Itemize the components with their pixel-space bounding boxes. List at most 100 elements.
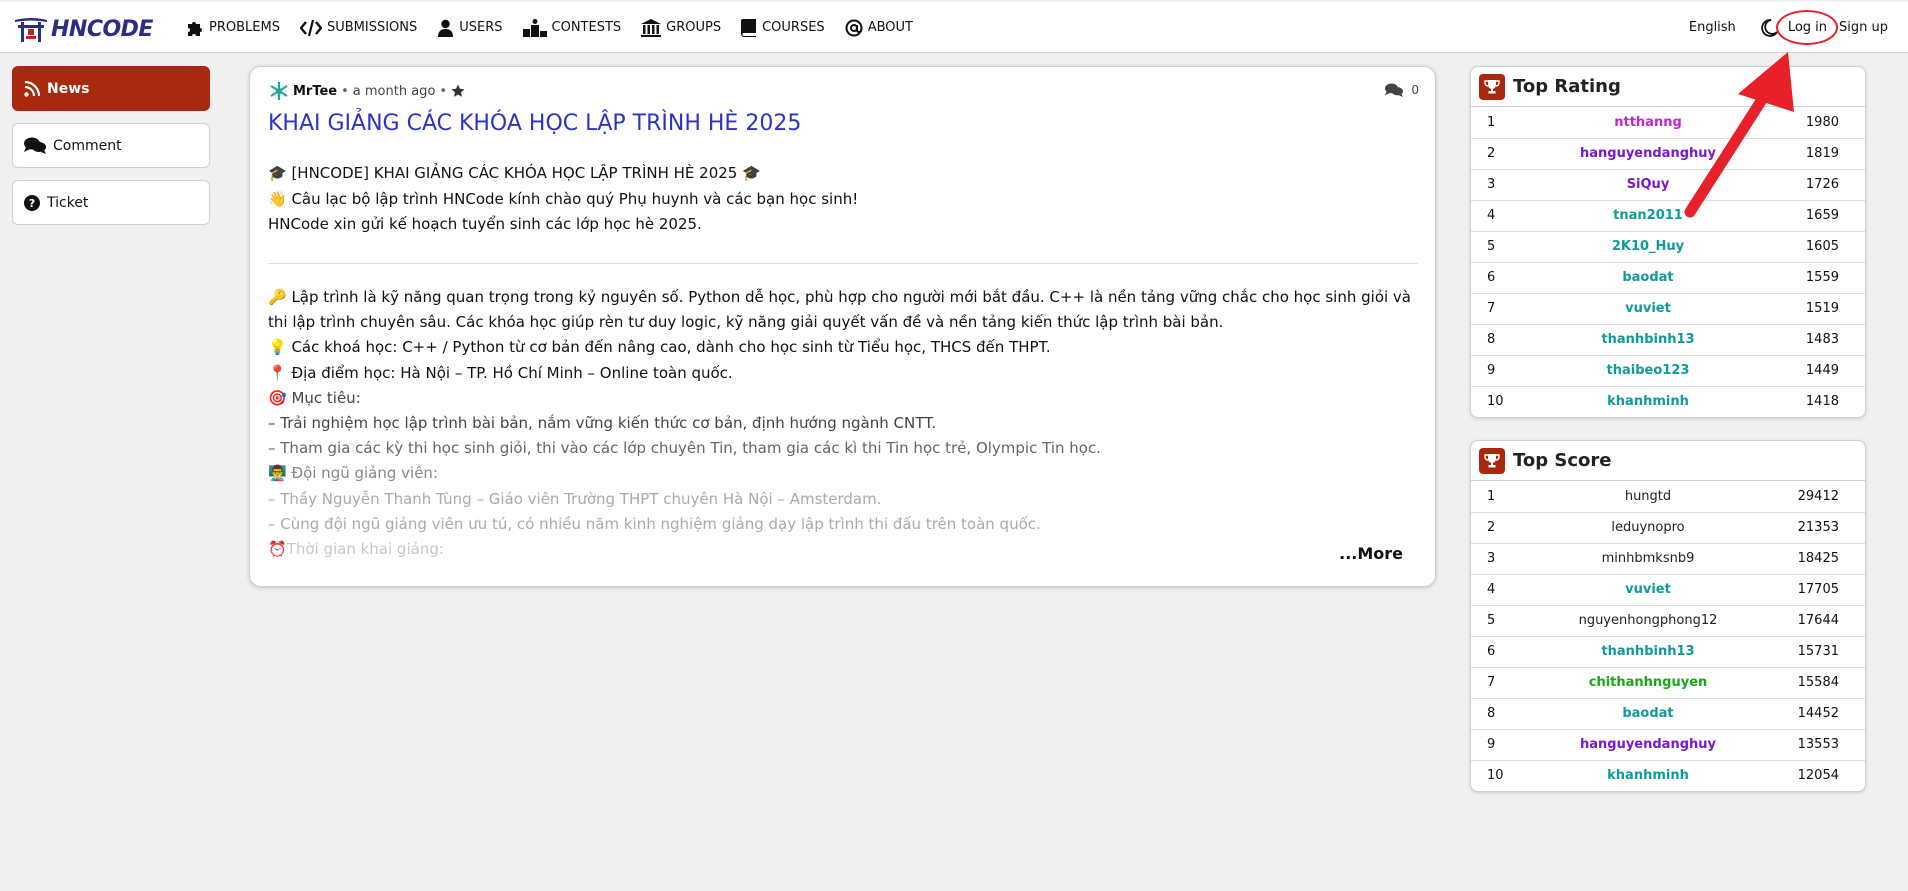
- question-circle-icon: ?: [24, 194, 40, 211]
- username-link[interactable]: vuviet: [1511, 293, 1785, 325]
- sidebar-item-news[interactable]: News: [12, 66, 210, 111]
- detail-line: 📍 Địa điểm học: Hà Nội – TP. Hồ Chí Minh…: [268, 363, 733, 382]
- at-icon: [845, 19, 863, 36]
- username-link[interactable]: SiQuy: [1511, 169, 1785, 201]
- panel-header: Top Rating: [1471, 67, 1865, 107]
- nav-submissions[interactable]: SUBMISSIONS: [299, 19, 417, 37]
- rss-icon: [24, 80, 40, 97]
- user-icon: [438, 19, 454, 37]
- brand-name: HNCODE: [51, 16, 153, 42]
- username-link[interactable]: khanhminh: [1511, 386, 1785, 417]
- username-link[interactable]: hanguyendanghuy: [1511, 138, 1785, 170]
- header-right: English Log in Sign up: [1689, 2, 1908, 53]
- comment-count-value: 0: [1411, 83, 1419, 97]
- value-cell: 15731: [1785, 636, 1865, 668]
- post-details: 🔑 Lập trình là kỹ năng quan trọng trong …: [268, 285, 1418, 562]
- detail-line: 🔑 Lập trình là kỹ năng quan trọng trong …: [268, 288, 1411, 332]
- intro-line: HNCode xin gửi kế hoạch tuyển sinh các l…: [268, 215, 702, 233]
- nav-groups[interactable]: GROUPS: [641, 18, 721, 37]
- sidebar-item-comment[interactable]: Comment: [12, 123, 210, 168]
- username-link[interactable]: khanhminh: [1511, 760, 1785, 791]
- meta-separator: •: [341, 83, 349, 99]
- value-cell: 1605: [1785, 231, 1865, 263]
- username-link[interactable]: vuviet: [1511, 574, 1785, 606]
- nav-label: ABOUT: [867, 20, 913, 35]
- sidebar-item-label: News: [47, 80, 90, 97]
- meta-separator: •: [439, 83, 448, 99]
- language-selector[interactable]: English: [1689, 20, 1736, 35]
- detail-line: – Tham gia các kỳ thi học sinh giỏi, thi…: [268, 439, 1101, 458]
- rank-cell: 7: [1471, 667, 1511, 699]
- table-row: 8 thanhbinh13 1483: [1471, 324, 1865, 356]
- detail-line: 💡 Các khoá học: C++ / Python từ cơ bản đ…: [268, 338, 1051, 357]
- nav-about[interactable]: ABOUT: [845, 19, 913, 37]
- table-row: 6 thanhbinh13 15731: [1471, 636, 1865, 668]
- username-link[interactable]: ntthanng: [1511, 107, 1785, 139]
- value-cell: 17705: [1785, 574, 1865, 606]
- rank-cell: 2: [1471, 512, 1511, 544]
- post-title[interactable]: KHAI GIẢNG CÁC KHÓA HỌC LẬP TRÌNH HÈ 202…: [268, 111, 801, 136]
- login-link[interactable]: Log in: [1775, 10, 1838, 45]
- score-table: 1 hungtd 29412 2 leduynopro 21353 3 minhbmksnb9…: [1471, 481, 1865, 791]
- comment-count[interactable]: 0: [1385, 83, 1419, 97]
- intro-line: 🎓 [HNCODE] KHAI GIẢNG CÁC KHÓA HỌC LẬP T…: [268, 164, 761, 182]
- username-link[interactable]: 2K10_Huy: [1511, 231, 1785, 263]
- username-link[interactable]: tnan2011: [1511, 200, 1785, 232]
- username-link[interactable]: hanguyendanghuy: [1511, 729, 1785, 761]
- nav-courses[interactable]: COURSES: [741, 18, 825, 37]
- post-author[interactable]: MrTee: [293, 84, 337, 99]
- trophy-icon: [1479, 73, 1505, 100]
- panel-title: Top Rating: [1513, 76, 1621, 97]
- rank-cell: 4: [1471, 574, 1511, 606]
- username-link[interactable]: baodat: [1511, 262, 1785, 294]
- value-cell: 21353: [1785, 512, 1865, 544]
- rank-cell: 5: [1471, 231, 1511, 263]
- rank-cell: 3: [1471, 543, 1511, 575]
- value-cell: 1819: [1785, 138, 1865, 170]
- username-link[interactable]: baodat: [1511, 698, 1785, 730]
- value-cell: 13553: [1785, 729, 1865, 761]
- trophy-icon: [1479, 447, 1505, 474]
- username-link[interactable]: nguyenhongphong12: [1511, 605, 1785, 637]
- table-row: 2 hanguyendanghuy 1819: [1471, 138, 1865, 170]
- signup-link[interactable]: Sign up: [1839, 20, 1888, 35]
- rank-cell: 1: [1471, 107, 1511, 139]
- nav-problems[interactable]: PROBLEMS: [186, 19, 280, 37]
- rank-cell: 10: [1487, 394, 1504, 410]
- nav-users[interactable]: USERS: [437, 19, 503, 37]
- rank-cell: 3: [1471, 169, 1511, 201]
- table-row: 6 baodat 1559: [1471, 262, 1865, 294]
- username-link[interactable]: thanhbinh13: [1511, 636, 1785, 668]
- nav-contests[interactable]: CONTESTS: [522, 18, 621, 37]
- site-logo[interactable]: HNCODE: [14, 14, 153, 44]
- read-more-link[interactable]: ...More: [1339, 544, 1403, 563]
- username-link[interactable]: minhbmksnb9: [1511, 543, 1785, 575]
- panel-header: Top Score: [1471, 441, 1865, 481]
- rank-cell: 6: [1471, 262, 1511, 294]
- username-link[interactable]: thaibeo123: [1511, 355, 1785, 387]
- table-row: 10 khanhminh 12054: [1471, 760, 1865, 791]
- post-divider: [268, 263, 1418, 264]
- detail-line: – Cùng đội ngũ giảng viên ưu tú, có nhiề…: [268, 514, 1041, 533]
- value-cell: 12054: [1797, 768, 1839, 784]
- value-cell: 1659: [1785, 200, 1865, 232]
- rating-table: 1 ntthanng 1980 2 hanguyendanghuy 1819 3 SiQuy 1…: [1471, 107, 1865, 417]
- puzzle-icon: [188, 21, 202, 36]
- username-link[interactable]: thanhbinh13: [1511, 324, 1785, 356]
- rank-cell: 8: [1471, 698, 1511, 730]
- username-link[interactable]: hungtd: [1511, 481, 1785, 513]
- value-cell: 1449: [1785, 355, 1865, 387]
- panel-title: Top Score: [1513, 450, 1612, 471]
- nav-label: PROBLEMS: [209, 20, 280, 35]
- rank-cell: 8: [1471, 324, 1511, 356]
- detail-line: 🎯 Mục tiêu:: [268, 388, 361, 407]
- detail-line: – Thầy Nguyễn Thanh Tùng – Giáo viên Trư…: [268, 489, 882, 508]
- table-row: 4 vuviet 17705: [1471, 574, 1865, 606]
- table-row: 4 tnan2011 1659: [1471, 200, 1865, 232]
- post-meta: MrTee • a month ago •: [268, 81, 465, 101]
- highlight-circle: [1775, 10, 1838, 45]
- username-link[interactable]: leduynopro: [1511, 512, 1785, 544]
- sidebar-item-ticket[interactable]: ? Ticket: [12, 180, 210, 225]
- main-nav: PROBLEMS SUBMISSIONS USERS CONTESTS GROU…: [186, 2, 933, 53]
- username-link[interactable]: chithanhnguyen: [1511, 667, 1785, 699]
